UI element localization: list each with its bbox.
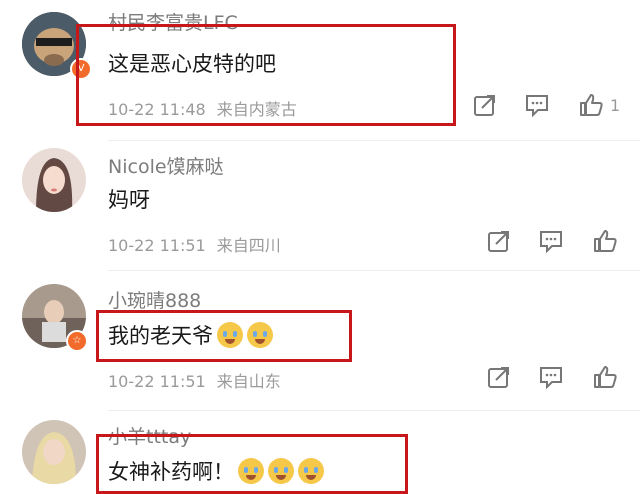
share-icon[interactable]: [486, 228, 512, 254]
thumbs-up-icon[interactable]: [578, 92, 604, 118]
highlight-box: [76, 24, 456, 126]
username[interactable]: Nicole馍麻哒: [108, 152, 224, 179]
comment-icon[interactable]: [538, 364, 564, 390]
comment-item: ☆ 小琬晴888 我的老天爷 10-22 11:51 来自山东: [0, 270, 640, 410]
avatar[interactable]: [22, 420, 86, 484]
thumbs-up-icon[interactable]: [592, 364, 618, 390]
comment-item: V 村民李富贵LFC 这是恶心皮特的吧 10-22 11:48 来自内蒙古 1: [0, 0, 640, 140]
share-icon[interactable]: [486, 364, 512, 390]
highlight-box: [96, 310, 352, 362]
comment-meta: 10-22 11:51 来自四川: [108, 232, 281, 256]
share-icon[interactable]: [472, 92, 498, 118]
highlight-box: [96, 434, 408, 494]
username[interactable]: 小琬晴888: [108, 286, 201, 313]
comment-location: 来自山东: [216, 372, 281, 391]
comment-text: 妈呀: [108, 188, 150, 212]
comment-date: 10-22 11:51: [108, 236, 206, 255]
thumbs-up-icon[interactable]: [592, 228, 618, 254]
comment-meta: 10-22 11:51 来自山东: [108, 368, 281, 392]
comment-location: 来自四川: [216, 236, 281, 255]
badge-icon: ☆: [66, 330, 88, 352]
like-count: 1: [610, 96, 621, 115]
comment-date: 10-22 11:51: [108, 372, 206, 391]
comment-icon[interactable]: [524, 92, 550, 118]
comment-icon[interactable]: [538, 228, 564, 254]
comment-item: 小羊tttay 女神补药啊！: [0, 410, 640, 494]
avatar[interactable]: [22, 148, 86, 212]
comment-item: Nicole馍麻哒 妈呀 10-22 11:51 来自四川: [0, 140, 640, 270]
